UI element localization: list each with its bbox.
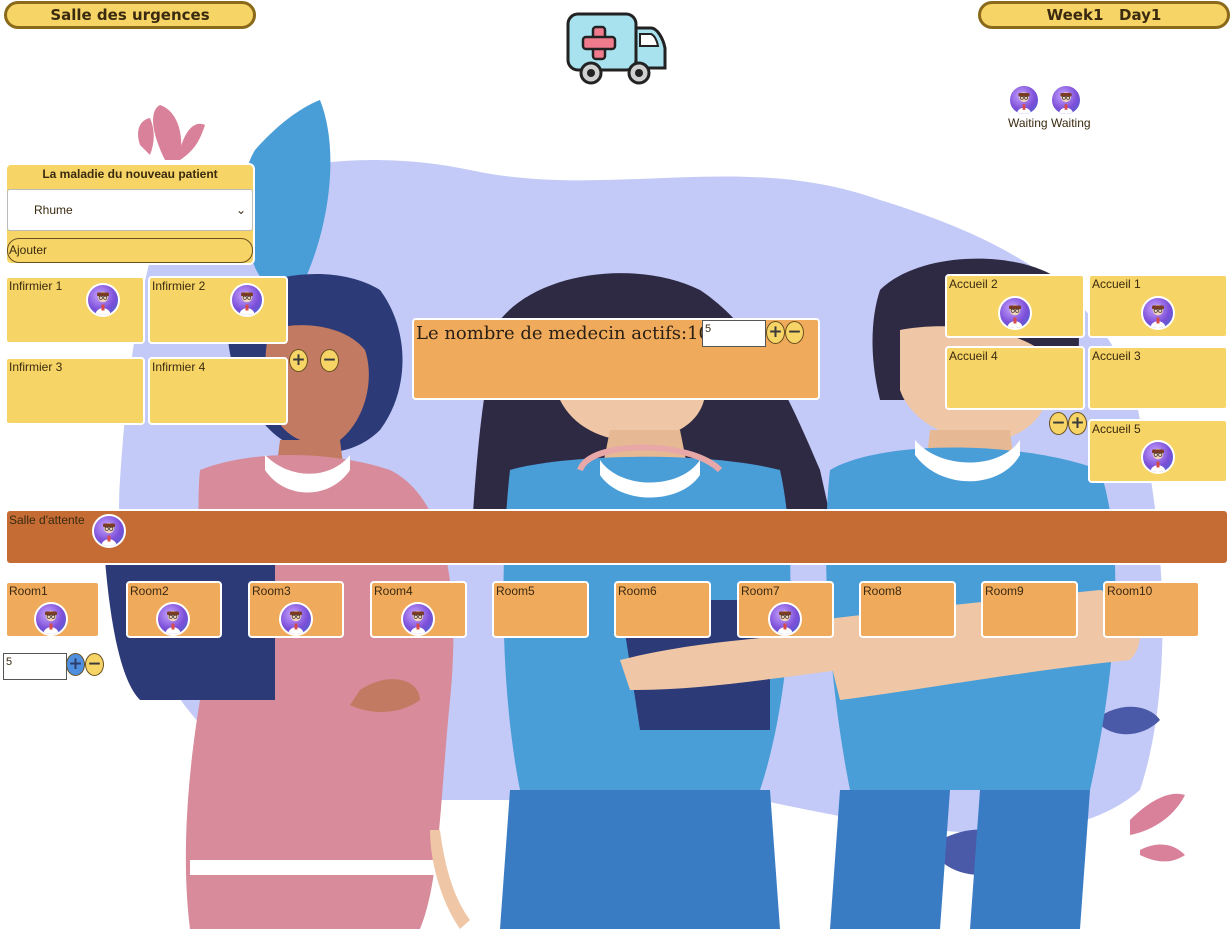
- add-doctor-button[interactable]: +: [766, 321, 785, 344]
- room-10: Room10: [1103, 581, 1200, 638]
- reception-desk-3: Accueil 3: [1088, 346, 1228, 410]
- nurse-station-1: Infirmier 1: [5, 276, 145, 344]
- room-label: Room8: [863, 584, 902, 598]
- room-label: Room4: [374, 584, 413, 598]
- week-day-text: Week1 Day1: [1046, 6, 1162, 24]
- remove-reception-button[interactable]: −: [1049, 412, 1068, 435]
- remove-doctor-button[interactable]: −: [785, 321, 804, 344]
- waiting-label: Waiting: [1051, 116, 1091, 130]
- room-label: Room3: [252, 584, 291, 598]
- room-8: Room8: [859, 581, 956, 638]
- room-5: Room5: [492, 581, 589, 638]
- nurse-station-3: Infirmier 3: [5, 357, 145, 425]
- doctor-count-input[interactable]: 5: [702, 320, 766, 347]
- add-reception-button[interactable]: +: [1068, 412, 1087, 435]
- patient-avatar-icon: [279, 602, 313, 636]
- nurse-station-label: Infirmier 4: [152, 360, 206, 374]
- add-room-button[interactable]: +: [66, 653, 85, 676]
- room-label: Room6: [618, 584, 657, 598]
- reception-desk-4: Accueil 4: [945, 346, 1085, 410]
- patient-avatar-icon: [86, 283, 120, 317]
- room-label: Room1: [9, 584, 48, 598]
- room-label: Room5: [496, 584, 535, 598]
- reception-desk-label: Accueil 5: [1092, 422, 1141, 436]
- waiting-patient-avatar: [1050, 84, 1082, 116]
- nurse-station-label: Infirmier 1: [9, 279, 63, 293]
- add-nurse-button[interactable]: +: [289, 349, 308, 372]
- patient-avatar-icon: [34, 602, 68, 636]
- room-9: Room9: [981, 581, 1078, 638]
- reception-desk-label: Accueil 4: [949, 349, 998, 363]
- new-patient-panel: La maladie du nouveau patient Rhume ⌄ Aj…: [5, 163, 255, 265]
- disease-select-value: Rhume: [34, 203, 73, 217]
- remove-room-button[interactable]: −: [85, 653, 104, 676]
- week-day-indicator: Week1 Day1: [978, 1, 1230, 29]
- patient-avatar-icon: [401, 602, 435, 636]
- nurse-station-label: Infirmier 2: [152, 279, 206, 293]
- reception-desk-label: Accueil 1: [1092, 277, 1141, 291]
- active-doctors-label: Le nombre de medecin actifs:10: [416, 323, 710, 344]
- patient-avatar-icon: [768, 602, 802, 636]
- remove-nurse-button[interactable]: −: [320, 349, 339, 372]
- disease-select[interactable]: Rhume ⌄: [7, 189, 253, 231]
- nurse-station-4: Infirmier 4: [148, 357, 288, 425]
- room-6: Room6: [614, 581, 711, 638]
- patient-avatar-icon: [230, 283, 264, 317]
- page-title: Salle des urgences: [4, 1, 256, 29]
- room-label: Room10: [1107, 584, 1153, 598]
- room-label: Room2: [130, 584, 169, 598]
- room-label: Room9: [985, 584, 1024, 598]
- chevron-down-icon: ⌄: [235, 203, 246, 217]
- reception-desk-label: Accueil 3: [1092, 349, 1141, 363]
- patient-avatar-icon: [92, 514, 126, 548]
- patient-avatar-icon: [998, 296, 1032, 330]
- room-count-input[interactable]: 5: [3, 653, 67, 680]
- nurse-station-2: Infirmier 2: [148, 276, 288, 344]
- ambulance-icon: [565, 10, 669, 88]
- patient-avatar-icon: [1141, 296, 1175, 330]
- waiting-room: Salle d'attente: [5, 509, 1229, 565]
- page-title-text: Salle des urgences: [50, 6, 210, 24]
- waiting-room-label: Salle d'attente: [9, 513, 85, 527]
- waiting-patient-avatar: [1008, 84, 1040, 116]
- reception-desk-label: Accueil 2: [949, 277, 998, 291]
- background-illustration: [105, 100, 1185, 929]
- waiting-label: Waiting: [1008, 116, 1048, 130]
- patient-avatar-icon: [156, 602, 190, 636]
- new-patient-title: La maladie du nouveau patient: [42, 167, 218, 181]
- add-patient-button[interactable]: Ajouter: [7, 238, 253, 263]
- patient-avatar-icon: [1141, 440, 1175, 474]
- room-label: Room7: [741, 584, 780, 598]
- nurse-station-label: Infirmier 3: [9, 360, 63, 374]
